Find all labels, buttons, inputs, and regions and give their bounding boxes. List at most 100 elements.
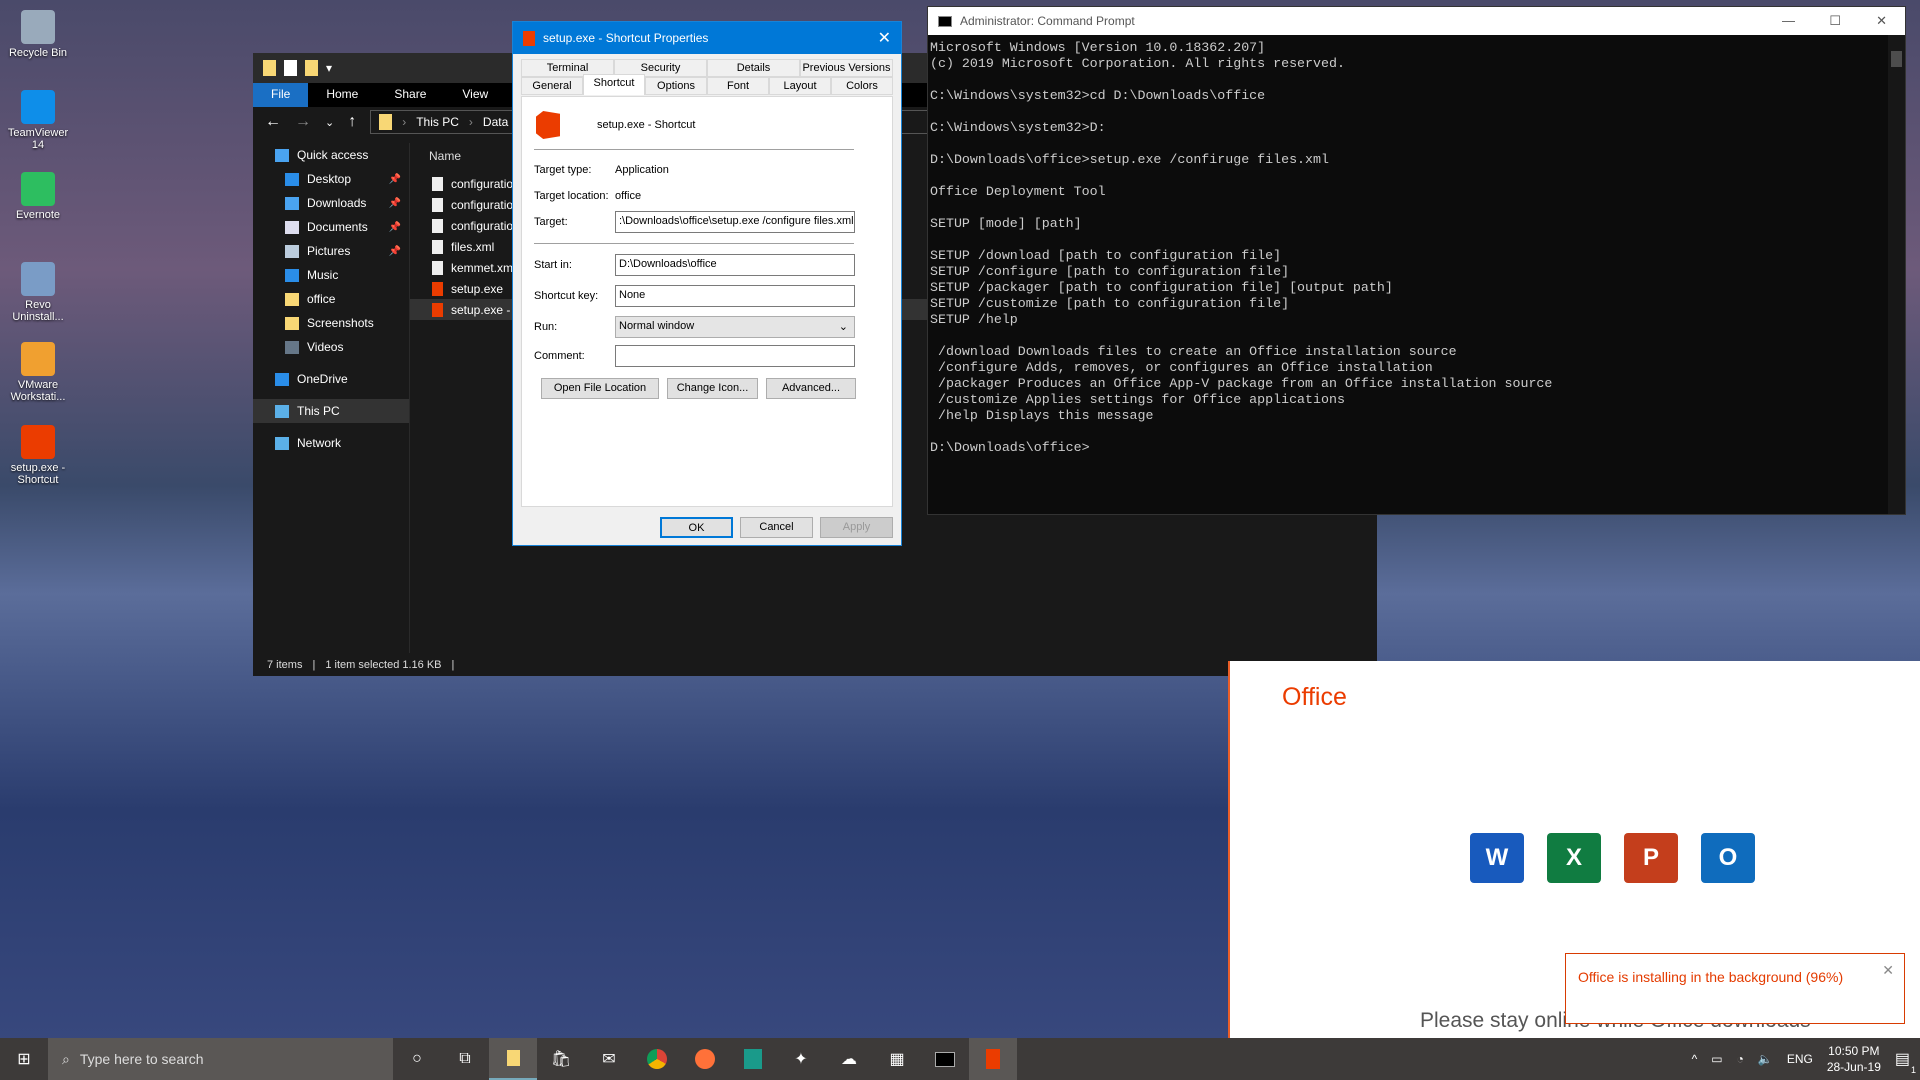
target-input[interactable]: :\Downloads\office\setup.exe /configure … [615, 211, 855, 233]
office-app-icon: P [1624, 833, 1678, 883]
command-prompt-window: Administrator: Command Prompt — ☐ ✕ Micr… [927, 6, 1906, 515]
nav-item[interactable]: OneDrive [253, 367, 409, 391]
open-file-location-button[interactable]: Open File Location [541, 378, 659, 399]
office-setup-icon[interactable] [969, 1038, 1017, 1080]
forward-icon[interactable]: → [295, 113, 311, 131]
run-select[interactable]: Normal window ⌄ [615, 316, 855, 338]
nav-item[interactable]: Pictures 📌 [253, 239, 409, 263]
desktop-icon[interactable]: Recycle Bin [2, 10, 74, 59]
ok-button[interactable]: OK [660, 517, 733, 538]
task-view-icon[interactable]: ⧉ [441, 1038, 489, 1080]
close-button[interactable]: ✕ [878, 28, 891, 48]
app-icon[interactable]: ▦ [873, 1038, 921, 1080]
app-icon[interactable]: ✦ [777, 1038, 825, 1080]
ribbon-tab[interactable]: File [253, 83, 309, 107]
desktop-icon[interactable]: setup.exe - Shortcut [2, 425, 74, 486]
app-icon[interactable] [729, 1038, 777, 1080]
close-icon[interactable]: ✕ [1882, 962, 1894, 979]
ribbon-tab[interactable]: Share [376, 83, 444, 107]
desktop-icon-label: Revo Uninstall... [12, 299, 64, 323]
nav-item[interactable]: This PC [253, 399, 409, 423]
desktop-icon[interactable]: VMware Workstati... [2, 342, 74, 403]
nav-item[interactable]: Screenshots [253, 311, 409, 335]
tab-previous-versions[interactable]: Previous Versions [800, 59, 893, 77]
nav-item[interactable]: Music [253, 263, 409, 287]
minimize-button[interactable]: — [1782, 13, 1795, 28]
search-icon: ⌕ [62, 1050, 70, 1067]
chrome-icon[interactable] [633, 1038, 681, 1080]
properties-icon[interactable] [284, 60, 297, 76]
command-prompt-icon[interactable] [921, 1038, 969, 1080]
nav-item[interactable]: Downloads 📌 [253, 191, 409, 215]
document-icon [432, 260, 443, 275]
advanced-button[interactable]: Advanced... [766, 378, 856, 399]
navigation-pane: Quick access Desktop 📌 Downloads 📌 Documents 📌… [253, 143, 410, 653]
file-name: setup.exe - [451, 302, 511, 317]
cancel-button[interactable]: Cancel [740, 517, 813, 538]
console-output[interactable]: Microsoft Windows [Version 10.0.18362.20… [928, 35, 1905, 456]
apply-button[interactable]: Apply [820, 517, 893, 538]
breadcrumb-item[interactable]: This PC [416, 115, 459, 129]
desktop-icon-label: VMware Workstati... [10, 379, 66, 403]
tab-colors[interactable]: Colors [831, 77, 893, 95]
pin-icon: 📌 [388, 221, 401, 233]
tab-shortcut[interactable]: Shortcut [583, 74, 645, 95]
folder-icon [379, 114, 393, 130]
desktop-icon[interactable]: Revo Uninstall... [2, 262, 74, 323]
back-icon[interactable]: ← [265, 113, 281, 131]
nav-item[interactable]: office [253, 287, 409, 311]
comment-input[interactable] [615, 345, 855, 367]
search-box[interactable]: ⌕ Type here to search [48, 1038, 393, 1080]
customize-qat-icon[interactable]: ▾ [326, 61, 332, 75]
cortana-icon[interactable]: ○ [393, 1038, 441, 1080]
show-hidden-icons[interactable]: ^ [1692, 1052, 1698, 1066]
tab-layout[interactable]: Layout [769, 77, 831, 95]
firefox-icon[interactable] [681, 1038, 729, 1080]
tab-font[interactable]: Font [707, 77, 769, 95]
start-button[interactable]: ⊞ [0, 1038, 48, 1080]
shortcut-key-input[interactable]: None [615, 285, 855, 307]
up-icon[interactable]: ↑ [348, 113, 356, 131]
recent-icon[interactable]: ⌄ [325, 116, 334, 129]
app-icon[interactable]: ☁ [825, 1038, 873, 1080]
nav-item-label: Desktop [307, 172, 352, 186]
mail-icon[interactable]: ✉ [585, 1038, 633, 1080]
app-icon [21, 342, 55, 376]
desktop-icon-label: setup.exe - Shortcut [10, 462, 66, 486]
language-indicator[interactable]: ENG [1787, 1052, 1813, 1066]
ribbon-tab[interactable]: View [444, 83, 506, 107]
store-icon[interactable]: 🛍 [537, 1038, 585, 1080]
maximize-button[interactable]: ☐ [1829, 13, 1841, 29]
app-icon [21, 90, 55, 124]
clock[interactable]: 10:50 PM 28-Jun-19 [1827, 1043, 1881, 1075]
target-location-value: office [615, 190, 642, 202]
volume-icon[interactable]: 🔈 [1758, 1052, 1773, 1066]
shortcut-tab-panel: setup.exe - Shortcut Target type: Applic… [521, 96, 893, 507]
new-folder-icon[interactable] [305, 60, 318, 76]
tab-general[interactable]: General [521, 77, 583, 95]
nav-item[interactable]: Documents 📌 [253, 215, 409, 239]
nav-item[interactable]: Quick access [253, 143, 409, 167]
start-in-input[interactable]: D:\Downloads\office [615, 254, 855, 276]
nav-item[interactable]: Network [253, 431, 409, 455]
action-center-icon[interactable]: ▤ 1 [1895, 1049, 1916, 1075]
battery-icon[interactable]: ▭ [1711, 1052, 1722, 1066]
nav-icon [285, 196, 299, 210]
tab-options[interactable]: Options [645, 77, 707, 95]
nav-item[interactable]: Videos [253, 335, 409, 359]
tab-details[interactable]: Details [707, 59, 800, 77]
desktop-icon[interactable]: Evernote [2, 172, 74, 221]
close-button[interactable]: ✕ [1876, 13, 1887, 29]
dialog-titlebar: setup.exe - Shortcut Properties ✕ [513, 22, 901, 54]
wifi-icon[interactable]: ◔ [1737, 1052, 1744, 1066]
nav-item[interactable]: Desktop 📌 [253, 167, 409, 191]
ribbon-tab[interactable]: Home [308, 83, 376, 107]
shortcut-properties-dialog: setup.exe - Shortcut Properties ✕ Termin… [512, 21, 902, 546]
desktop-icon[interactable]: TeamViewer 14 [2, 90, 74, 151]
file-explorer-icon[interactable] [489, 1038, 537, 1080]
document-icon [432, 218, 443, 233]
nav-icon [275, 436, 289, 450]
scrollbar[interactable] [1888, 35, 1905, 514]
start-in-label: Start in: [534, 259, 572, 271]
change-icon-button[interactable]: Change Icon... [667, 378, 758, 399]
